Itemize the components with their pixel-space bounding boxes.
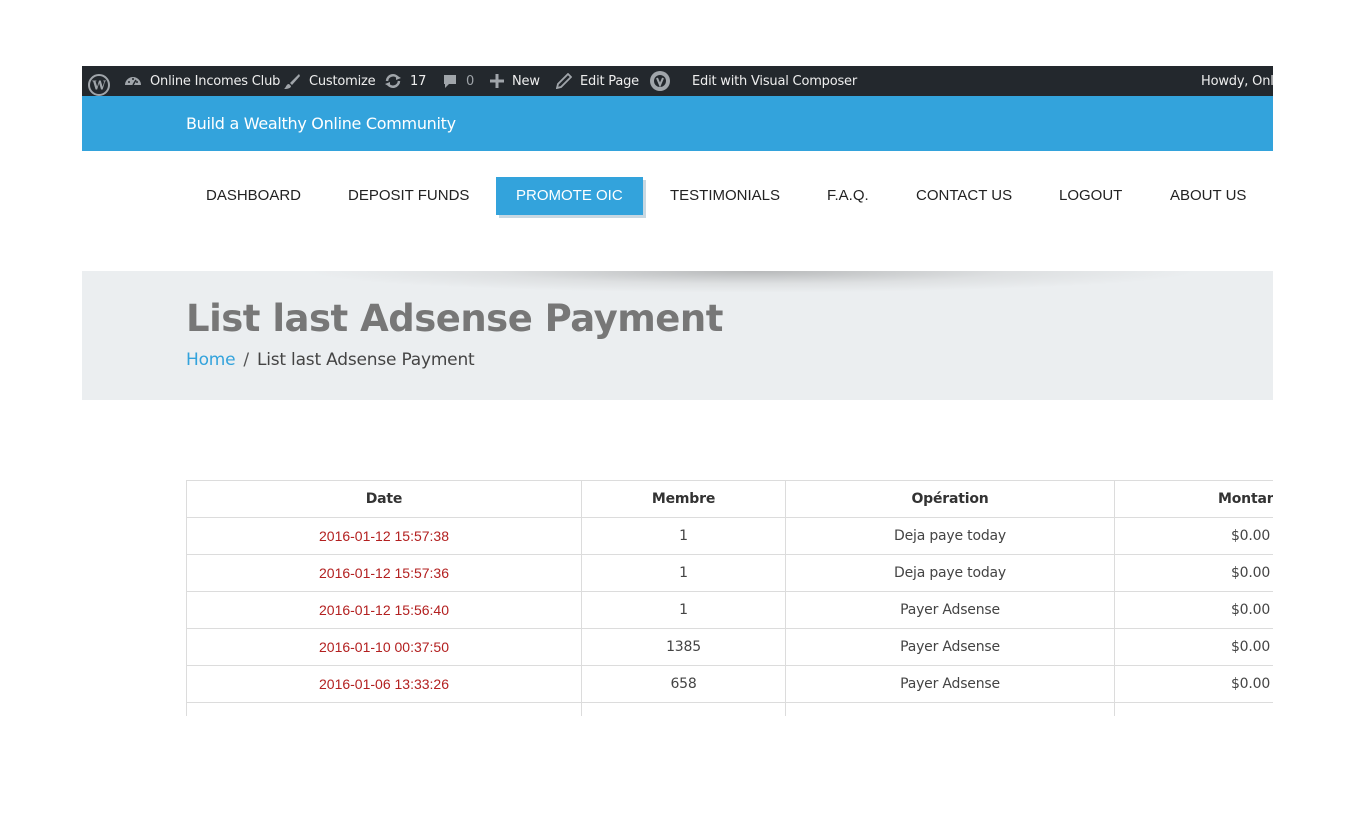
site-tagline: Build a Wealthy Online Community [186,114,456,133]
visual-composer-icon [649,70,671,92]
cell-date: 2016-01-12 15:57:38 [186,517,582,555]
edit-page-label: Edit Page [580,73,639,89]
user-account-menu[interactable]: Howdy, Onli [1201,66,1273,96]
main-navigation: DASHBOARD DEPOSIT FUNDS PROMOTE OIC TEST… [82,151,1273,271]
cell-operation: Payer Adsense [785,591,1115,629]
svg-text:W: W [91,79,106,93]
nav-item-about-us[interactable]: ABOUT US [1170,177,1246,215]
column-header-montant[interactable]: Montant [1114,480,1273,518]
cell-operation [785,702,1115,716]
cell-operation: Payer Adsense [785,665,1115,703]
nav-item-contact-us[interactable]: CONTACT US [916,177,1012,215]
nav-item-testimonials[interactable]: TESTIMONIALS [670,177,780,215]
table-row: 2016-01-12 15:57:38 1 Deja paye today $0… [186,517,1273,555]
edit-page-link[interactable]: Edit Page [556,66,639,96]
site-name-link[interactable]: Online Incomes Club [124,66,280,96]
visual-composer-link[interactable]: Edit with Visual Composer [649,66,857,96]
refresh-icon [384,73,402,89]
column-header-date[interactable]: Date [186,480,582,518]
cell-montant [1114,702,1273,716]
table-row: 2016-01-12 15:57:36 1 Deja paye today $0… [186,554,1273,592]
cell-montant: $0.00 [1114,517,1273,555]
nav-item-deposit-funds[interactable]: DEPOSIT FUNDS [348,177,469,215]
comments-link[interactable]: 0 [442,66,474,96]
customize-link[interactable]: Customize [283,66,376,96]
breadcrumb-home-link[interactable]: Home [186,350,236,370]
cell-date: 2016-01-06 13:33:26 [186,665,582,703]
cell-date [186,702,582,716]
payments-table: Date Membre Opération Montant 2016-01-12… [186,480,1273,716]
visual-composer-label: Edit with Visual Composer [692,73,857,89]
new-label: New [512,73,540,89]
cell-membre [581,702,786,716]
cell-operation: Deja paye today [785,554,1115,592]
breadcrumb: Home / List last Adsense Payment [186,350,475,370]
cell-date: 2016-01-12 15:56:40 [186,591,582,629]
cell-date: 2016-01-12 15:57:36 [186,554,582,592]
page-title-band: List last Adsense Payment Home / List last… [82,271,1273,400]
updates-count: 17 [410,73,427,89]
nav-item-faq[interactable]: F.A.Q. [827,177,869,215]
table-row: 2016-01-10 00:37:50 1385 Payer Adsense $… [186,628,1273,666]
payments-table-container: Date Membre Opération Montant 2016-01-12… [186,480,1273,716]
pencil-icon [556,73,572,89]
cell-date: 2016-01-10 00:37:50 [186,628,582,666]
site-name-label: Online Incomes Club [150,73,281,89]
howdy-label: Howdy, Onli [1201,73,1273,89]
cell-montant: $0.00 [1114,554,1273,592]
paintbrush-icon [283,72,301,90]
dashboard-gauge-icon [124,73,142,89]
cell-membre: 1 [581,554,786,592]
column-header-membre[interactable]: Membre [581,480,786,518]
new-content-link[interactable]: New [490,66,540,96]
nav-item-dashboard[interactable]: DASHBOARD [206,177,301,215]
breadcrumb-separator: / [243,350,249,370]
column-header-operation[interactable]: Opération [785,480,1115,518]
cell-montant: $0.00 [1114,591,1273,629]
nav-item-promote-oic[interactable]: PROMOTE OIC [496,177,643,215]
comment-icon [442,73,458,89]
cell-membre: 1 [581,517,786,555]
breadcrumb-current: List last Adsense Payment [256,350,475,370]
customize-label: Customize [309,73,376,89]
updates-link[interactable]: 17 [384,66,426,96]
top-header-strip: Build a Wealthy Online Community [82,96,1273,151]
cell-montant: $0.00 [1114,665,1273,703]
cell-membre: 1385 [581,628,786,666]
cell-operation: Payer Adsense [785,628,1115,666]
cell-membre: 658 [581,665,786,703]
cell-montant: $0.00 [1114,628,1273,666]
wordpress-icon: W [88,74,110,96]
page-title: List last Adsense Payment [186,297,723,340]
table-header-row: Date Membre Opération Montant [186,480,1273,518]
cell-operation: Deja paye today [785,517,1115,555]
wp-admin-bar: W Online Incomes Club Customize 17 0 New… [82,66,1273,96]
comments-count: 0 [466,73,475,89]
decorative-shadow [302,271,1202,293]
table-row [186,702,1273,716]
table-row: 2016-01-06 13:33:26 658 Payer Adsense $0… [186,665,1273,703]
table-row: 2016-01-12 15:56:40 1 Payer Adsense $0.0… [186,591,1273,629]
cell-membre: 1 [581,591,786,629]
nav-item-logout[interactable]: LOGOUT [1059,177,1122,215]
plus-icon [490,74,504,88]
browser-page: W Online Incomes Club Customize 17 0 New… [82,66,1273,716]
